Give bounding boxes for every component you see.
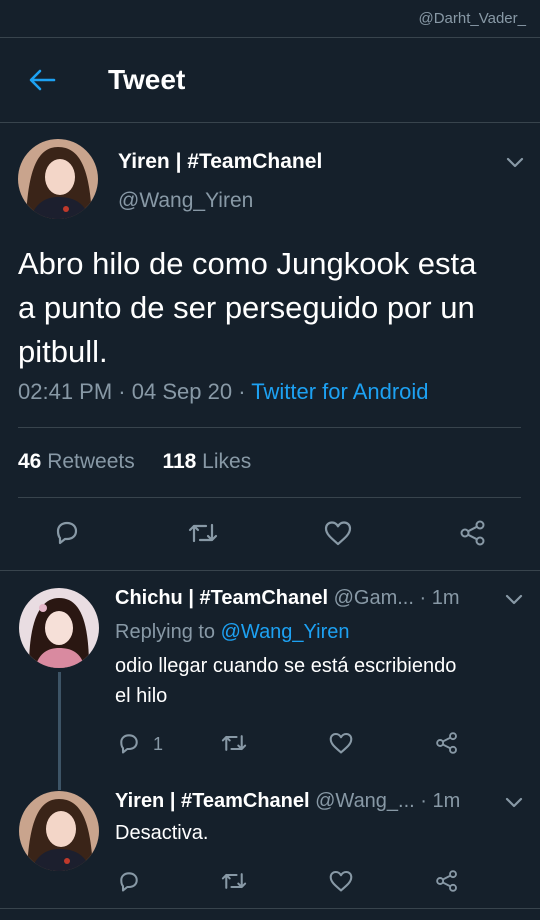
retweets-label: Retweets xyxy=(47,450,135,473)
divider xyxy=(18,497,521,498)
retweets-count: 46 xyxy=(18,450,42,473)
chevron-down-icon[interactable] xyxy=(506,156,524,168)
reply-header: Chichu | #TeamChanel @Gam... · 1m xyxy=(115,587,460,610)
likes-label: Likes xyxy=(202,450,252,473)
avatar[interactable] xyxy=(19,791,99,871)
share-icon[interactable] xyxy=(434,869,460,893)
share-icon[interactable] xyxy=(434,731,460,755)
replying-prefix: Replying to xyxy=(115,621,216,643)
retweet-icon[interactable] xyxy=(187,519,219,547)
avatar[interactable] xyxy=(19,588,99,668)
like-icon[interactable] xyxy=(328,869,354,893)
likes-count: 118 xyxy=(162,450,197,473)
reply-text: odio llegar cuando se está escribiendo e… xyxy=(115,651,525,711)
tweet-date: 04 Sep 20 xyxy=(131,379,233,404)
divider xyxy=(18,427,521,428)
thread-line xyxy=(58,672,61,790)
tweet-text-line: Abro hilo de como Jungkook esta xyxy=(18,246,477,281)
tweet-text-line: a punto de ser perseguido por un xyxy=(18,290,475,325)
page-title: Tweet xyxy=(108,64,186,95)
chevron-down-icon[interactable] xyxy=(505,593,523,605)
reply-author-name[interactable]: Yiren | #TeamChanel xyxy=(115,790,310,812)
retweet-icon[interactable] xyxy=(220,869,248,893)
reply-icon[interactable] xyxy=(117,731,141,755)
divider xyxy=(0,122,540,123)
author-name[interactable]: Yiren | #TeamChanel xyxy=(118,150,322,174)
reply-author-name[interactable]: Chichu | #TeamChanel xyxy=(115,587,328,609)
reply-text-line: Desactiva. xyxy=(115,822,209,844)
reply-count: 1 xyxy=(153,734,164,754)
author-handle[interactable]: @Wang_Yiren xyxy=(118,189,253,213)
tweet-stats: 46 Retweets 118 Likes xyxy=(18,450,251,474)
retweet-icon[interactable] xyxy=(220,731,248,755)
reply-time: 1m xyxy=(432,790,461,812)
top-bar: Tweet xyxy=(0,38,540,122)
meta-separator: · xyxy=(118,379,132,404)
reply-icon[interactable] xyxy=(53,518,81,546)
reply-author-handle[interactable]: @Wang_... xyxy=(315,790,415,812)
reply-separator: · xyxy=(419,587,432,609)
tweet-meta: 02:41 PM · 04 Sep 20 · Twitter for Andro… xyxy=(18,379,429,405)
reply-author-handle[interactable]: @Gam... xyxy=(334,587,414,609)
watermark: @Darht_Vader_ xyxy=(418,10,526,27)
back-arrow-icon[interactable] xyxy=(28,68,56,92)
replying-to: Replying to @Wang_Yiren xyxy=(115,621,350,644)
meta-separator: · xyxy=(238,379,252,404)
reply-header: Yiren | #TeamChanel @Wang_... · 1m xyxy=(115,790,460,813)
like-icon[interactable] xyxy=(323,519,353,547)
divider xyxy=(0,570,540,571)
retweets-stat[interactable]: 46 Retweets xyxy=(18,450,135,473)
tweet-text: Abro hilo de como Jungkook esta a punto … xyxy=(18,242,528,374)
share-icon[interactable] xyxy=(458,519,488,547)
tweet-source-link[interactable]: Twitter for Android xyxy=(251,379,428,404)
reply-text-line: odio llegar cuando se está escribiendo xyxy=(115,655,457,677)
reply-time: 1m xyxy=(431,587,460,609)
reply-text: Desactiva. xyxy=(115,818,525,848)
likes-stat[interactable]: 118 Likes xyxy=(162,450,251,473)
reply-text-line: el hilo xyxy=(115,685,168,707)
divider xyxy=(0,908,540,909)
tweet-time: 02:41 PM xyxy=(18,379,113,404)
chevron-down-icon[interactable] xyxy=(505,796,523,808)
like-icon[interactable] xyxy=(328,731,354,755)
reply-separator: · xyxy=(420,790,433,812)
replying-mention-link[interactable]: @Wang_Yiren xyxy=(221,621,350,643)
tweet-text-line: pitbull. xyxy=(18,334,108,369)
reply-icon[interactable] xyxy=(117,869,141,893)
avatar[interactable] xyxy=(18,139,98,219)
